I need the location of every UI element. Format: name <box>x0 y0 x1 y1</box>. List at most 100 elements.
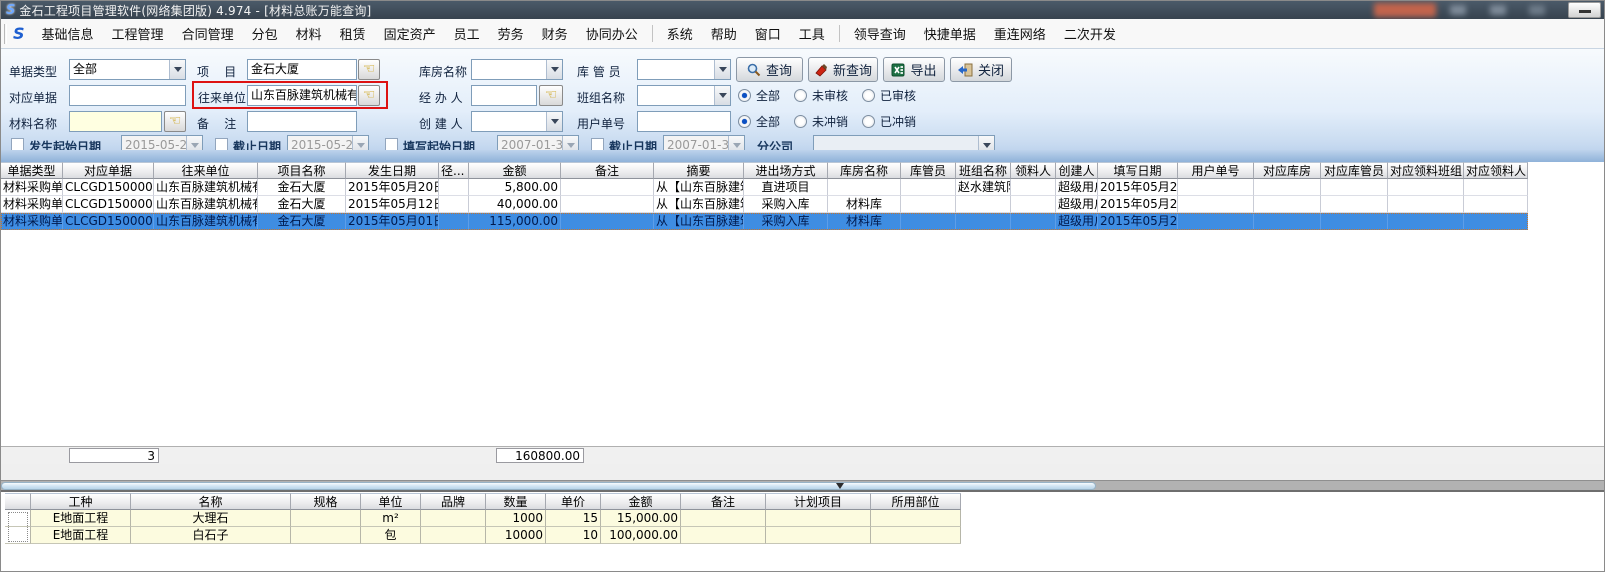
doc-type-combo[interactable]: 全部 <box>69 59 186 80</box>
radio-icon[interactable] <box>862 115 875 128</box>
column-header[interactable]: 项目名称 <box>258 162 346 179</box>
toolbar-grip[interactable] <box>4 24 7 44</box>
table-row[interactable]: E地面工程大理石m²10001515,000.00 <box>5 510 961 527</box>
chevron-down-icon[interactable] <box>714 86 730 105</box>
user-doc-input[interactable] <box>637 111 731 132</box>
handler-input[interactable] <box>471 85 537 106</box>
column-header[interactable]: 创建人 <box>1056 162 1098 179</box>
radio-option[interactable]: 已审核 <box>862 87 916 104</box>
radio-option[interactable]: 未审核 <box>794 87 848 104</box>
menu-item[interactable]: 领导查询 <box>845 20 915 47</box>
menu-item[interactable]: 固定资产 <box>375 20 445 47</box>
team-combo[interactable] <box>637 85 731 106</box>
column-header[interactable]: 金额 <box>469 162 561 179</box>
menu-item[interactable]: 协同办公 <box>577 20 647 47</box>
column-header[interactable]: 发生日期 <box>346 162 439 179</box>
column-header[interactable]: 填写日期 <box>1098 162 1178 179</box>
scrollbar-thumb[interactable] <box>1 482 1096 490</box>
column-header[interactable]: 所用部位 <box>871 493 961 510</box>
menu-item[interactable]: 工程管理 <box>103 20 173 47</box>
column-header[interactable]: 对应单据 <box>63 162 154 179</box>
table-cell <box>561 213 654 230</box>
column-header[interactable]: 对应库房 <box>1254 162 1321 179</box>
menu-item[interactable]: 重连网络 <box>985 20 1055 47</box>
menu-item[interactable]: 财务 <box>533 20 577 47</box>
column-header[interactable]: 对应库管员 <box>1321 162 1388 179</box>
export-button[interactable]: 导出 <box>883 57 945 82</box>
column-header[interactable]: 备注 <box>681 493 766 510</box>
menu-item[interactable]: 基础信息 <box>33 20 103 47</box>
column-header[interactable]: 单位 <box>361 493 421 510</box>
radio-option[interactable]: 全部 <box>738 113 780 130</box>
chevron-down-icon[interactable] <box>169 60 185 79</box>
column-header[interactable]: 库房名称 <box>828 162 901 179</box>
radio-option[interactable]: 已冲销 <box>862 113 916 130</box>
creator-combo[interactable] <box>471 111 563 132</box>
chevron-down-icon[interactable] <box>546 112 562 131</box>
column-header[interactable]: 数量 <box>486 493 546 510</box>
menu-item[interactable]: 租赁 <box>331 20 375 47</box>
query-button[interactable]: 查询 <box>736 57 803 82</box>
menu-item[interactable]: 材料 <box>287 20 331 47</box>
column-header[interactable]: 备注 <box>561 162 654 179</box>
column-header[interactable]: 对应领料人 <box>1464 162 1528 179</box>
column-header[interactable]: 库管员 <box>901 162 956 179</box>
column-header[interactable]: 班组名称 <box>956 162 1011 179</box>
menu-item[interactable]: 系统 <box>658 20 702 47</box>
radio-option[interactable]: 未冲销 <box>794 113 848 130</box>
radio-icon[interactable] <box>862 89 875 102</box>
splitter-collapse-icon[interactable] <box>836 483 844 489</box>
column-header[interactable]: 单据类型 <box>1 162 63 179</box>
menu-item[interactable]: 窗口 <box>746 20 790 47</box>
partner-picker-hand-icon[interactable] <box>358 85 380 106</box>
remark-input[interactable] <box>247 111 357 132</box>
menu-item[interactable]: 合同管理 <box>173 20 243 47</box>
column-header[interactable]: 进出场方式 <box>744 162 828 179</box>
record-count: 3 <box>69 448 159 463</box>
radio-icon[interactable] <box>738 115 751 128</box>
project-picker-hand-icon[interactable] <box>358 59 380 80</box>
table-row[interactable]: E地面工程白石子包1000010100,000.00 <box>5 527 961 544</box>
project-input[interactable]: 金石大厦 <box>247 59 357 80</box>
column-header[interactable]: 金额 <box>601 493 681 510</box>
radio-icon[interactable] <box>794 115 807 128</box>
menu-item[interactable]: 快捷单据 <box>915 20 985 47</box>
column-header[interactable]: 规格 <box>291 493 361 510</box>
menu-item[interactable]: 员工 <box>445 20 489 47</box>
menu-item[interactable]: 分包 <box>243 20 287 47</box>
menu-item[interactable]: 帮助 <box>702 20 746 47</box>
column-header[interactable]: 单价 <box>546 493 601 510</box>
radio-option[interactable]: 全部 <box>738 87 780 104</box>
chevron-down-icon[interactable] <box>546 60 562 79</box>
warehouse-combo[interactable] <box>471 59 563 80</box>
column-header[interactable]: 品牌 <box>421 493 486 510</box>
radio-icon[interactable] <box>738 89 751 102</box>
close-button[interactable]: 关闭 <box>950 57 1012 82</box>
column-header[interactable]: 径... / <box>439 162 469 179</box>
column-header[interactable]: 工种 <box>31 493 131 510</box>
keeper-combo[interactable] <box>637 59 731 80</box>
table-row[interactable]: 材料采购单CLCGD150000001山东百脉建筑机械有限金石大厦2015年05… <box>1 179 1528 196</box>
horizontal-splitter[interactable] <box>1 480 1604 492</box>
handler-picker-hand-icon[interactable] <box>539 85 563 106</box>
counter-doc-input[interactable] <box>69 85 186 106</box>
table-row[interactable]: 材料采购单CLCGD150000004山东百脉建筑机械有限金石大厦2015年05… <box>1 196 1528 213</box>
column-header[interactable]: 计划项目 <box>766 493 871 510</box>
menu-item[interactable]: 工具 <box>790 20 834 47</box>
new-query-button[interactable]: 新查询 <box>808 57 878 82</box>
partner-input[interactable]: 山东百脉建筑机械有限 <box>247 85 357 106</box>
menu-item[interactable]: 二次开发 <box>1055 20 1125 47</box>
menu-item[interactable]: 劳务 <box>489 20 533 47</box>
column-header[interactable]: 对应领料班组 <box>1388 162 1464 179</box>
radio-icon[interactable] <box>794 89 807 102</box>
minimize-button[interactable] <box>1568 2 1601 18</box>
chevron-down-icon[interactable] <box>714 60 730 79</box>
column-header[interactable]: 用户单号 <box>1178 162 1254 179</box>
column-header[interactable]: 摘要 <box>654 162 744 179</box>
material-picker-hand-icon[interactable] <box>164 111 186 132</box>
material-input[interactable] <box>69 111 162 132</box>
column-header[interactable]: 领料人 <box>1011 162 1056 179</box>
column-header[interactable]: 往来单位 <box>154 162 258 179</box>
column-header[interactable]: 名称 <box>131 493 291 510</box>
table-row[interactable]: 材料采购单CLCGD150000005山东百脉建筑机械有限金石大厦2015年05… <box>1 213 1528 230</box>
